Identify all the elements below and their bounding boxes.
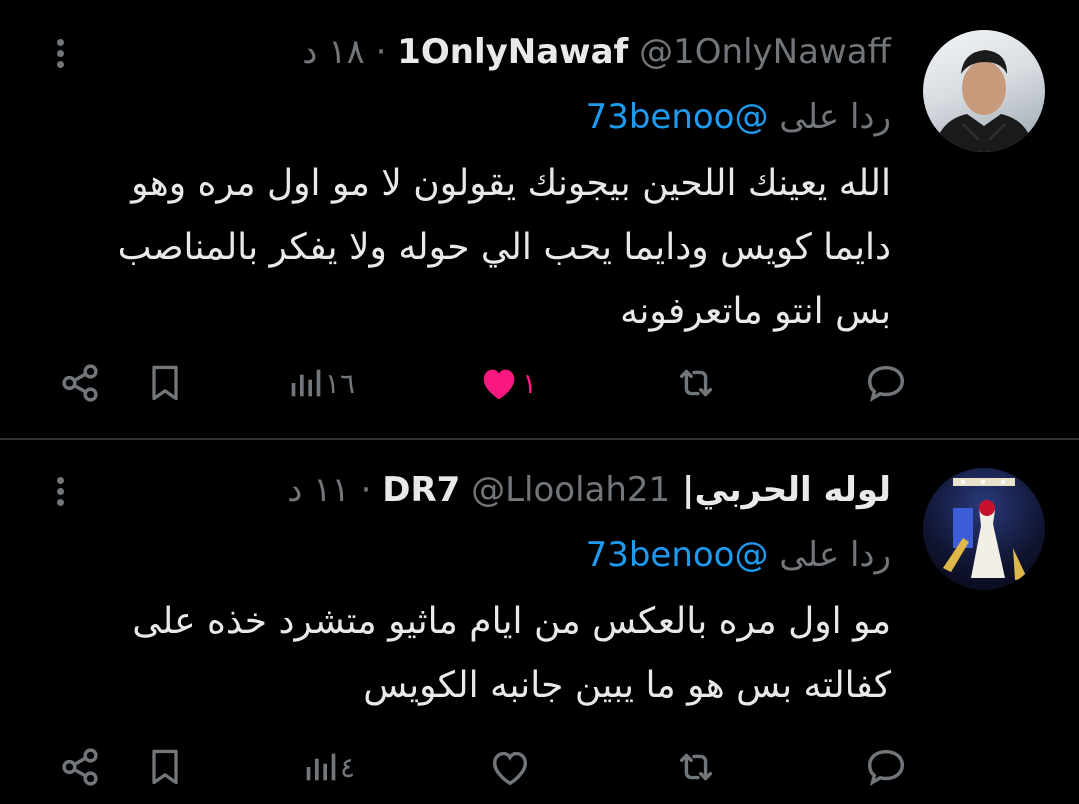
view-count: ١٦: [324, 366, 355, 400]
heart-icon: [483, 369, 515, 400]
reply-prefix: ردا على: [779, 97, 891, 137]
bookmark-icon: [152, 749, 178, 785]
tweet[interactable]: 1OnlyNawaf @1OnlyNawaff · ١٨ د ردا على @…: [0, 0, 1079, 438]
reply-prefix: ردا على: [779, 535, 891, 575]
action-bar: ١ ١٦: [0, 358, 1079, 408]
mention-link[interactable]: @73benoo: [586, 535, 769, 575]
bookmark-button[interactable]: [143, 358, 187, 408]
bookmark-button[interactable]: [143, 742, 187, 792]
retweet-icon: [679, 369, 713, 397]
retweet-icon: [679, 753, 713, 781]
reply-context: ردا على @73benoo: [586, 96, 891, 138]
tweet-text: مو اول مره بالعكس من ايام ماثيو متشرد خذ…: [132, 601, 891, 706]
more-vertical-icon[interactable]: [52, 474, 68, 514]
reply-button[interactable]: [863, 742, 909, 792]
action-bar: ٤: [0, 742, 1079, 792]
bookmark-icon: [152, 365, 178, 401]
view-count: ٤: [339, 750, 355, 784]
mention-link[interactable]: @73benoo: [586, 97, 769, 137]
reply-icon: [867, 365, 905, 402]
reply-icon: [867, 749, 905, 786]
user-handle[interactable]: @1OnlyNawaff: [639, 32, 891, 72]
like-button[interactable]: [487, 742, 533, 792]
tweet-header: 1OnlyNawaf @1OnlyNawaff · ١٨ د: [302, 32, 891, 72]
like-count: ١: [521, 366, 537, 400]
share-button[interactable]: [57, 742, 103, 792]
tweet-header: لوله الحربي| DR7 @Lloolah21 · ١١ د: [287, 470, 891, 510]
avatar[interactable]: [923, 468, 1045, 590]
share-icon: [62, 364, 98, 402]
avatar[interactable]: [923, 30, 1045, 152]
share-icon: [62, 748, 98, 786]
like-button[interactable]: ١: [476, 358, 543, 408]
retweet-button[interactable]: [673, 358, 719, 408]
display-name[interactable]: 1OnlyNawaf: [397, 32, 628, 72]
separator-dot: ·: [375, 32, 387, 72]
retweet-button[interactable]: [673, 742, 719, 792]
separator-dot: ·: [360, 470, 372, 510]
timestamp[interactable]: ١٨ د: [302, 32, 364, 72]
reply-context: ردا على @73benoo: [586, 534, 891, 576]
more-vertical-icon[interactable]: [52, 36, 68, 76]
tweet[interactable]: لوله الحربي| DR7 @Lloolah21 · ١١ د ردا ع…: [0, 440, 1079, 804]
reply-button[interactable]: [863, 358, 909, 408]
views-button[interactable]: ٤: [300, 742, 361, 792]
timestamp[interactable]: ١١ د: [287, 470, 349, 510]
user-handle[interactable]: @Lloolah21: [471, 470, 670, 510]
heart-icon: [492, 751, 528, 786]
tweet-text: الله يعينك اللحين بيجونك يقولون لا مو او…: [117, 163, 891, 332]
views-icon: [306, 753, 336, 781]
views-icon: [291, 369, 321, 397]
views-button[interactable]: ١٦: [285, 358, 361, 408]
share-button[interactable]: [57, 358, 103, 408]
